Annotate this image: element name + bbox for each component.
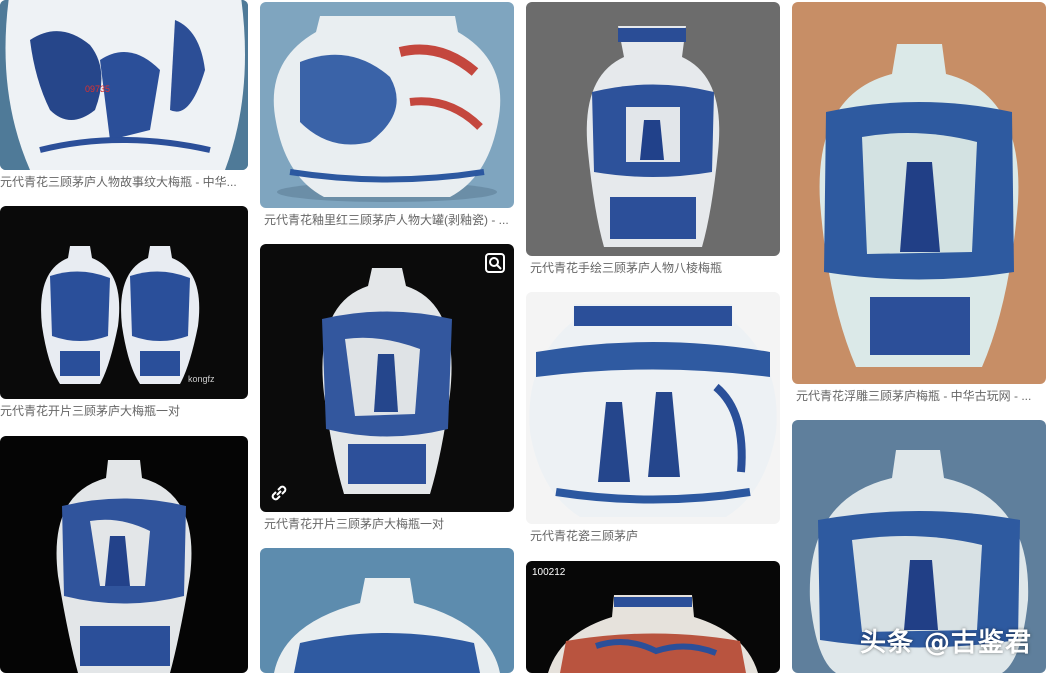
vase-photo: 09735 (0, 0, 248, 170)
result-image-10[interactable] (792, 2, 1046, 384)
result-caption-4[interactable]: 元代青花釉里红三顾茅庐人物大罐(剥釉瓷) - ... (264, 212, 512, 228)
source-watermark: 头条 @古鉴君 (859, 628, 1032, 658)
result-image-7[interactable] (526, 2, 780, 256)
vase-photo (260, 548, 514, 673)
vase-photo (792, 2, 1046, 384)
result-caption-7[interactable]: 元代青花手绘三顾茅庐人物八棱梅瓶 (530, 260, 778, 276)
vase-photo (526, 2, 780, 256)
vase-photo (260, 244, 514, 512)
result-image-1[interactable]: 09735 (0, 0, 248, 170)
result-caption-10[interactable]: 元代青花浮雕三顾茅庐梅瓶 - 中华古玩网 - ... (796, 388, 1044, 404)
result-caption-5[interactable]: 元代青花开片三顾茅庐大梅瓶一对 (264, 516, 512, 532)
result-caption-2[interactable]: 元代青花开片三顾茅庐大梅瓶一对 (0, 403, 244, 419)
link-icon[interactable] (268, 482, 290, 504)
svg-text:kongfz: kongfz (188, 374, 215, 384)
vase-photo (526, 292, 780, 524)
result-image-4[interactable] (260, 2, 514, 208)
vase-photo: kongfz (0, 206, 248, 399)
result-image-2[interactable]: kongfz (0, 206, 248, 399)
vase-photo (0, 436, 248, 673)
image-id-badge: 100212 (532, 567, 566, 578)
vase-photo (260, 2, 514, 208)
result-image-5[interactable] (260, 244, 514, 512)
visual-search-icon[interactable] (484, 252, 506, 274)
result-image-6[interactable] (260, 548, 514, 673)
result-image-8[interactable] (526, 292, 780, 524)
result-image-11[interactable]: 头条 @古鉴君 (792, 420, 1046, 673)
svg-text:09735: 09735 (85, 84, 110, 94)
result-image-9[interactable]: 100212 (526, 561, 780, 673)
result-caption-1[interactable]: 元代青花三顾茅庐人物故事纹大梅瓶 - 中华... (0, 174, 244, 190)
result-image-3[interactable] (0, 436, 248, 673)
result-caption-8[interactable]: 元代青花瓷三顾茅庐 (530, 528, 778, 544)
